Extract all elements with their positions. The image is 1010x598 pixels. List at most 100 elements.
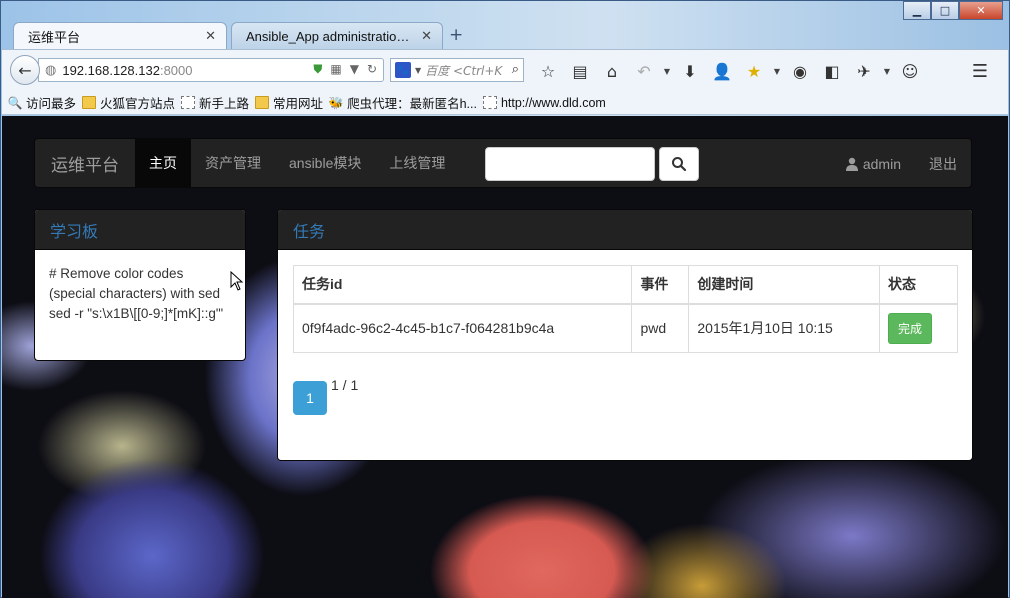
profile-addon-icon[interactable]: ◧ bbox=[816, 59, 848, 83]
bookmark-label: 火狐官方站点 bbox=[100, 97, 176, 111]
task-event: pwd bbox=[631, 303, 690, 353]
bookmark-item[interactable]: 🔍 访问最多 bbox=[8, 93, 76, 112]
satellite-addon-icon[interactable]: ✈ bbox=[848, 59, 880, 83]
task-panel: 任务 任务id 事件 创建时间 状态 0f9f4adc-96c2-4c45-b1… bbox=[277, 209, 973, 461]
column-header: 创建时间 bbox=[688, 265, 881, 305]
bookmark-item[interactable]: http://www.dld.com bbox=[482, 95, 606, 110]
dropdown-icon[interactable]: ▼ bbox=[350, 62, 359, 77]
tab-ansible-admin[interactable]: Ansible_App administration ... ✕ bbox=[231, 22, 443, 50]
qr-code-icon[interactable]: ▦ bbox=[330, 62, 341, 77]
nav-right: admin 退出 bbox=[845, 139, 957, 189]
search-icon bbox=[672, 157, 687, 172]
reload-icon[interactable]: ↻ bbox=[367, 62, 377, 77]
new-tab-button[interactable]: + bbox=[449, 25, 463, 45]
url-text: 192.168.128.132:8000 bbox=[62, 63, 192, 78]
smiley-icon[interactable]: ☺ bbox=[894, 59, 926, 83]
url-host: 192.168.128.132 bbox=[62, 62, 160, 78]
hamburger-menu-icon[interactable]: ☰ bbox=[964, 59, 996, 83]
account-icon[interactable]: 👤 bbox=[706, 59, 738, 83]
folder-icon bbox=[255, 96, 270, 109]
url-actions: ⛊ ▦ ▼ ↻ bbox=[313, 62, 377, 77]
table-header-row: 任务id 事件 创建时间 状态 bbox=[292, 265, 958, 305]
user-menu[interactable]: admin bbox=[845, 156, 901, 172]
column-header: 事件 bbox=[631, 265, 690, 305]
user-icon bbox=[845, 157, 858, 171]
reading-list-icon[interactable]: ▤ bbox=[564, 59, 596, 83]
logout-link[interactable]: 退出 bbox=[929, 154, 957, 174]
undo-icon[interactable]: ↶ bbox=[628, 59, 660, 83]
browser-window: ▁ □ ✕ 运维平台 ✕ Ansible_App administration … bbox=[0, 0, 1010, 598]
download-icon[interactable]: ⬇ bbox=[674, 59, 706, 83]
page-button[interactable]: 1 bbox=[293, 380, 327, 415]
app-navbar: 运维平台 主页 资产管理 ansible模块 上线管理 admin 退出 bbox=[34, 138, 972, 188]
chevron-down-icon[interactable]: ▼ bbox=[770, 59, 784, 83]
search-bar[interactable]: 🐾 ▼ 百度 <Ctrl+K> ⌕ bbox=[390, 58, 524, 82]
bookmark-label: 访问最多 bbox=[26, 97, 77, 111]
nav-assets[interactable]: 资产管理 bbox=[191, 138, 275, 188]
page-content: 运维平台 主页 资产管理 ansible模块 上线管理 admin 退出 学习板… bbox=[2, 116, 1008, 598]
bee-icon: 🐝 bbox=[328, 95, 344, 110]
pagination: 1 1 / 1 bbox=[293, 377, 957, 415]
table-row: 0f9f4adc-96c2-4c45-b1c7-f064281b9c4a pwd… bbox=[292, 303, 958, 353]
nav-search-form bbox=[485, 147, 699, 181]
maximize-button[interactable]: □ bbox=[931, 1, 959, 20]
bookmark-label: 爬虫代理：最新匿名h... bbox=[347, 97, 477, 111]
column-header: 任务id bbox=[292, 265, 633, 305]
learn-panel: 学习板 # Remove color codes (special charac… bbox=[34, 209, 246, 361]
home-icon[interactable]: ⌂ bbox=[596, 59, 628, 83]
tab-strip: 运维平台 ✕ Ansible_App administration ... ✕ … bbox=[9, 19, 999, 50]
bookmark-label: 新手上路 bbox=[199, 97, 250, 111]
mouse-cursor-icon bbox=[230, 271, 244, 291]
folder-icon bbox=[82, 96, 97, 109]
bookmark-item[interactable]: 🐝 爬虫代理：最新匿名h... bbox=[329, 93, 477, 112]
bookmarks-bar: 🔍 访问最多 火狐官方站点 新手上路 常用网址 🐝 爬虫代理：最新匿名h... ht… bbox=[2, 91, 1008, 115]
baidu-icon[interactable]: 🐾 bbox=[395, 62, 411, 78]
username: admin bbox=[862, 156, 901, 172]
task-id: 0f9f4adc-96c2-4c45-b1c7-f064281b9c4a bbox=[292, 303, 633, 353]
bookmark-item[interactable]: 火狐官方站点 bbox=[82, 93, 175, 112]
close-tab-icon[interactable]: ✕ bbox=[421, 29, 432, 44]
task-created: 2015年1月10日 10:15 bbox=[688, 303, 881, 353]
chevron-down-icon[interactable]: ▼ bbox=[415, 66, 421, 75]
column-header: 状态 bbox=[879, 265, 958, 305]
task-panel-title: 任务 bbox=[278, 210, 972, 250]
toolbar-icons: ☆ ▤ ⌂ ↶ ▼ ⬇ 👤 ★ ▼ ◉ ◧ ✈ ▼ ☺ ☰ bbox=[532, 59, 988, 83]
bookmark-star-icon[interactable]: ☆ bbox=[532, 59, 564, 83]
shield-icon[interactable]: ⛊ bbox=[313, 62, 322, 77]
task-table: 任务id 事件 创建时间 状态 0f9f4adc-96c2-4c45-b1c7-… bbox=[292, 265, 958, 353]
page-icon bbox=[181, 96, 196, 109]
page-icon bbox=[482, 96, 497, 109]
url-bar[interactable]: ◍ 192.168.128.132:8000 ⛊ ▦ ▼ ↻ bbox=[38, 58, 384, 82]
nav-home[interactable]: 主页 bbox=[135, 138, 191, 188]
page-info: 1 / 1 bbox=[331, 376, 359, 393]
tab-title: Ansible_App administration ... bbox=[246, 29, 416, 44]
minimize-button[interactable]: ▁ bbox=[903, 1, 931, 20]
browser-toolbar: ◍ 192.168.128.132:8000 ⛊ ▦ ▼ ↻ ← 🐾 ▼ 百度 … bbox=[2, 49, 1008, 91]
favorites-star-icon[interactable]: ★ bbox=[738, 59, 770, 83]
tab-title: 运维平台 bbox=[28, 30, 81, 45]
globe-addon-icon[interactable]: ◉ bbox=[784, 59, 816, 83]
bookmark-item[interactable]: 常用网址 bbox=[255, 93, 323, 112]
nav-deploy[interactable]: 上线管理 bbox=[375, 138, 459, 188]
brand[interactable]: 运维平台 bbox=[35, 138, 135, 188]
back-button[interactable]: ← bbox=[10, 55, 40, 85]
back-arrow-icon: ← bbox=[18, 60, 32, 80]
chevron-down-icon[interactable]: ▼ bbox=[880, 59, 894, 83]
search-input[interactable] bbox=[485, 147, 655, 181]
close-window-button[interactable]: ✕ bbox=[959, 1, 1003, 20]
bookmark-item[interactable]: 新手上路 bbox=[181, 93, 249, 112]
bookmark-label: http://www.dld.com bbox=[500, 95, 606, 110]
globe-icon: ◍ bbox=[45, 62, 57, 78]
status-button[interactable]: 完成 bbox=[888, 312, 933, 344]
chevron-down-icon[interactable]: ▼ bbox=[660, 59, 674, 83]
magnifier-icon: 🔍 bbox=[7, 95, 23, 110]
nav-ansible[interactable]: ansible模块 bbox=[275, 138, 375, 188]
tab-yunwei[interactable]: 运维平台 ✕ bbox=[13, 22, 227, 50]
learn-panel-content: # Remove color codes (special characters… bbox=[49, 266, 224, 321]
learn-panel-title: 学习板 bbox=[35, 210, 245, 250]
search-icon[interactable]: ⌕ bbox=[512, 62, 519, 77]
search-button[interactable] bbox=[659, 147, 699, 181]
close-tab-icon[interactable]: ✕ bbox=[205, 29, 216, 44]
window-controls: ▁ □ ✕ bbox=[903, 1, 1003, 20]
task-status-cell: 完成 bbox=[879, 303, 958, 353]
